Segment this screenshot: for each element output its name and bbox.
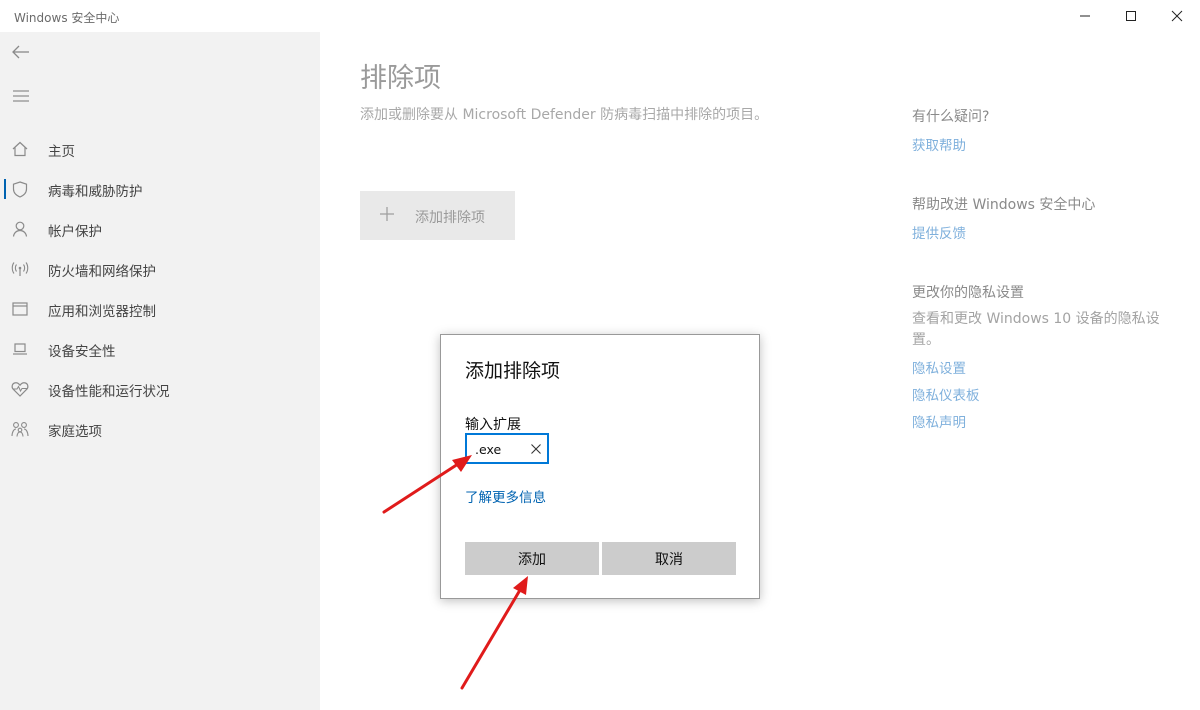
cancel-button[interactable]: 取消 bbox=[602, 542, 736, 575]
privacy-description: 查看和更改 Windows 10 设备的隐私设置。 bbox=[912, 311, 1160, 348]
app-title: Windows 安全中心 bbox=[14, 11, 120, 25]
feedback-link[interactable]: 提供反馈 bbox=[912, 222, 1182, 242]
shield-icon bbox=[11, 180, 29, 198]
person-icon bbox=[11, 220, 29, 238]
page-description: 添加或删除要从 Microsoft Defender 防病毒扫描中排除的项目。 bbox=[360, 107, 769, 123]
close-icon bbox=[1171, 10, 1183, 22]
nav-list: 主页 病毒和威胁防护 帐户保护 防火墙和网络保护 应用和浏览器控制 设备安全性 … bbox=[0, 129, 320, 449]
back-button[interactable] bbox=[8, 39, 34, 65]
sidebar: 主页 病毒和威胁防护 帐户保护 防火墙和网络保护 应用和浏览器控制 设备安全性 … bbox=[0, 32, 320, 710]
sidebar-item-label: 病毒和威胁防护 bbox=[48, 184, 143, 200]
privacy-dashboard-link[interactable]: 隐私仪表板 bbox=[912, 384, 1182, 404]
minimize-button[interactable] bbox=[1062, 0, 1108, 32]
sidebar-item-home[interactable]: 主页 bbox=[0, 129, 320, 169]
sidebar-item-family-options[interactable]: 家庭选项 bbox=[0, 409, 320, 449]
sidebar-item-label: 帐户保护 bbox=[48, 224, 102, 240]
add-exclusion-button[interactable]: 添加排除项 bbox=[360, 191, 515, 240]
sidebar-item-device-performance[interactable]: 设备性能和运行状况 bbox=[0, 369, 320, 409]
sidebar-item-label: 防火墙和网络保护 bbox=[48, 264, 156, 280]
improve-heading: 帮助改进 Windows 安全中心 bbox=[912, 197, 1096, 213]
sidebar-item-virus-protection[interactable]: 病毒和威胁防护 bbox=[0, 169, 320, 209]
sidebar-item-firewall[interactable]: 防火墙和网络保护 bbox=[0, 249, 320, 289]
add-exclusion-dialog: 添加排除项 输入扩展 了解更多信息 添加 取消 bbox=[440, 334, 760, 599]
heart-pulse-icon bbox=[11, 380, 29, 398]
add-button[interactable]: 添加 bbox=[465, 542, 599, 575]
close-button[interactable] bbox=[1154, 0, 1200, 32]
sidebar-item-label: 设备安全性 bbox=[48, 344, 116, 360]
maximize-button[interactable] bbox=[1108, 0, 1154, 32]
help-heading: 有什么疑问? bbox=[912, 109, 990, 125]
family-icon bbox=[11, 420, 29, 438]
extension-input-label: 输入扩展 bbox=[465, 417, 521, 433]
windows-security-window: Windows 安全中心 主页 病毒和威胁防护 帐户保护 防火墙和网络保护 应用… bbox=[0, 0, 1200, 710]
sidebar-item-label: 设备性能和运行状况 bbox=[48, 384, 170, 400]
extension-input-box bbox=[465, 433, 549, 464]
clear-input-icon[interactable] bbox=[530, 443, 542, 455]
page-title: 排除项 bbox=[360, 63, 441, 94]
sidebar-item-label: 主页 bbox=[48, 144, 75, 160]
sidebar-item-label: 家庭选项 bbox=[48, 424, 102, 440]
active-indicator bbox=[4, 179, 6, 199]
sidebar-item-account-protection[interactable]: 帐户保护 bbox=[0, 209, 320, 249]
menu-button[interactable] bbox=[8, 83, 34, 109]
laptop-icon bbox=[11, 340, 29, 358]
hamburger-menu-icon bbox=[13, 90, 29, 102]
info-panel: 有什么疑问? 获取帮助 帮助改进 Windows 安全中心 提供反馈 更改你的隐… bbox=[912, 106, 1182, 431]
dialog-title: 添加排除项 bbox=[465, 360, 561, 382]
plus-icon bbox=[380, 207, 394, 221]
wireless-signal-icon bbox=[11, 260, 29, 278]
home-icon bbox=[11, 140, 29, 158]
extension-input[interactable] bbox=[475, 440, 525, 458]
privacy-heading: 更改你的隐私设置 bbox=[912, 285, 1024, 301]
title-bar: Windows 安全中心 bbox=[0, 0, 1200, 32]
add-exclusion-label: 添加排除项 bbox=[415, 210, 485, 226]
back-arrow-icon bbox=[12, 45, 29, 59]
learn-more-link[interactable]: 了解更多信息 bbox=[465, 486, 546, 506]
sidebar-item-device-security[interactable]: 设备安全性 bbox=[0, 329, 320, 369]
maximize-icon bbox=[1126, 11, 1136, 21]
sidebar-item-app-browser-control[interactable]: 应用和浏览器控制 bbox=[0, 289, 320, 329]
privacy-settings-link[interactable]: 隐私设置 bbox=[912, 357, 1182, 377]
privacy-statement-link[interactable]: 隐私声明 bbox=[912, 411, 1182, 431]
app-window-icon bbox=[11, 300, 29, 318]
get-help-link[interactable]: 获取帮助 bbox=[912, 134, 1182, 154]
sidebar-item-label: 应用和浏览器控制 bbox=[48, 304, 156, 320]
minimize-icon bbox=[1080, 15, 1090, 17]
